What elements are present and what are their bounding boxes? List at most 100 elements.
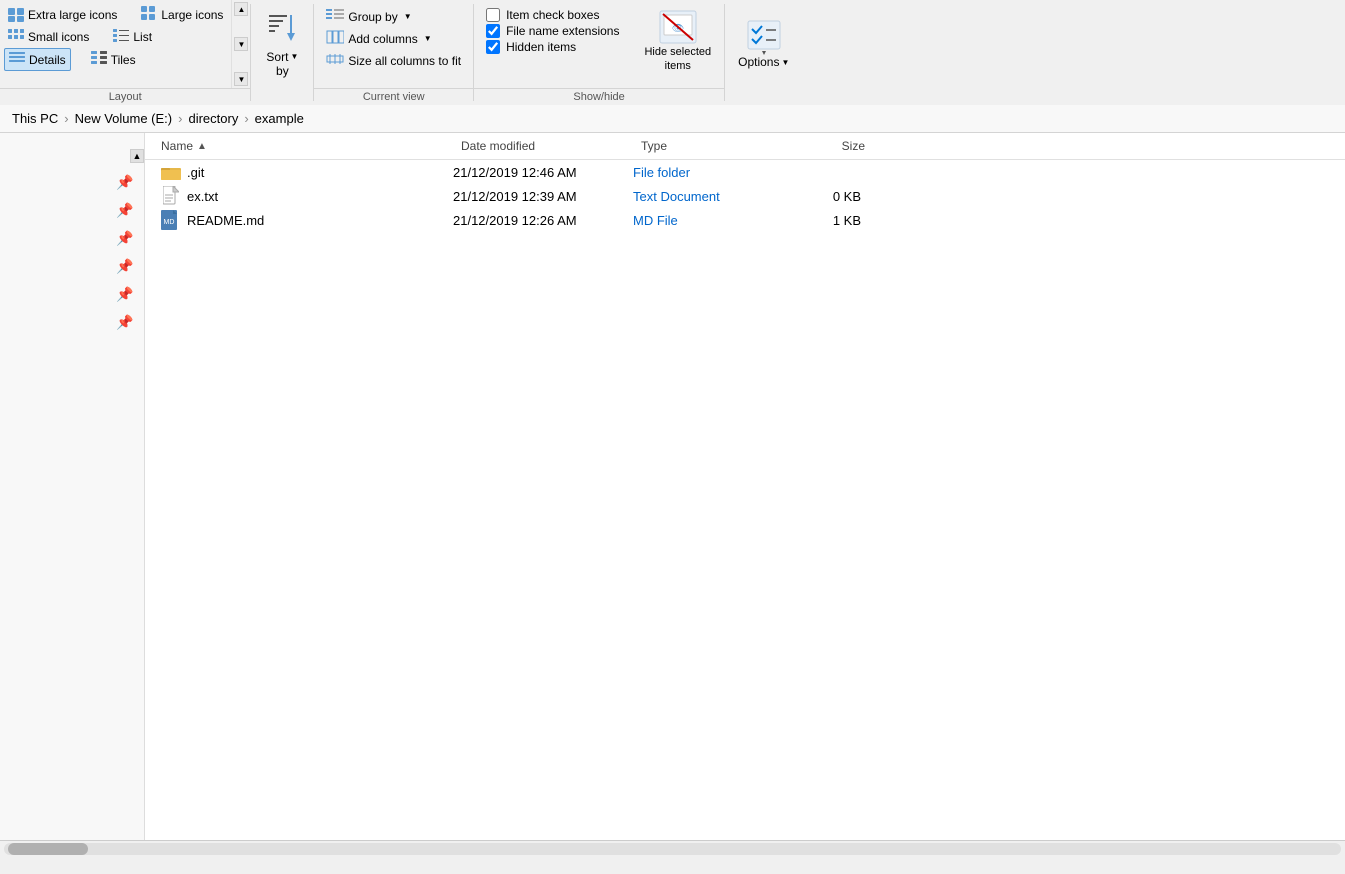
layout-scroll-more[interactable]: ▼: [234, 72, 248, 86]
file-type-txt: Text Document: [633, 189, 773, 204]
group-by-label: Group by: [348, 10, 397, 24]
add-columns-button[interactable]: Add columns ▼: [320, 28, 467, 49]
current-view-label: Current view: [314, 88, 473, 105]
file-type-md: MD File: [633, 213, 773, 228]
header-date[interactable]: Date modified: [453, 135, 633, 157]
pin-item-4[interactable]: 📌: [114, 255, 136, 277]
file-type-git: File folder: [633, 165, 773, 180]
extra-large-label: Extra large icons: [28, 8, 117, 22]
layout-list[interactable]: List: [109, 26, 156, 47]
large-icon: [141, 6, 157, 23]
breadcrumb-part-1[interactable]: New Volume (E:): [75, 111, 173, 126]
file-row-git[interactable]: .git 21/12/2019 12:46 AM File folder: [145, 160, 1345, 184]
tiles-label: Tiles: [111, 53, 136, 67]
pin-item-6[interactable]: 📌: [114, 311, 136, 333]
file-name-txt: ex.txt: [187, 189, 453, 204]
svg-text:MD: MD: [164, 219, 175, 226]
layout-scroll-up[interactable]: ▲: [234, 2, 248, 16]
file-name-extensions-checkbox[interactable]: [486, 24, 500, 38]
file-date-md: 21/12/2019 12:26 AM: [453, 213, 633, 228]
hidden-items-label: Hidden items: [506, 40, 576, 54]
file-size-md: 1 KB: [773, 213, 873, 228]
add-columns-icon: [326, 30, 344, 47]
sort-up-arrow: ▲: [197, 141, 207, 152]
show-hide-label: Show/hide: [474, 88, 724, 105]
file-size-txt: 0 KB: [773, 189, 873, 204]
breadcrumb-part-2[interactable]: directory: [188, 111, 238, 126]
options-icon: [746, 19, 782, 55]
sort-section: Sort ▼ by x: [251, 0, 313, 105]
header-name[interactable]: Name ▲: [153, 135, 453, 157]
scroll-up-arrow[interactable]: ▲: [130, 149, 144, 163]
header-size[interactable]: Size: [773, 135, 873, 157]
options-button[interactable]: Options ▼: [725, 14, 802, 74]
size-all-columns-label: Size all columns to fit: [348, 54, 461, 68]
file-date-txt: 21/12/2019 12:39 AM: [453, 189, 633, 204]
file-date-git: 21/12/2019 12:46 AM: [453, 165, 633, 180]
details-label: Details: [29, 53, 66, 67]
small-label: Small icons: [28, 30, 89, 44]
extra-large-icon: [8, 8, 24, 22]
txt-file-icon: [161, 186, 181, 206]
list-label: List: [133, 30, 152, 44]
item-check-boxes-label: Item check boxes: [506, 8, 599, 22]
hide-selected-button[interactable]: 👁 Hide selected items: [635, 4, 720, 79]
layout-tiles[interactable]: Tiles: [87, 48, 140, 71]
layout-details[interactable]: Details: [4, 48, 71, 71]
breadcrumb-sep-1: ›: [178, 111, 182, 126]
item-check-boxes-checkbox[interactable]: [486, 8, 500, 22]
layout-small[interactable]: Small icons: [4, 26, 93, 47]
show-hide-section: Item check boxes File name extensions Hi…: [474, 0, 724, 105]
layout-label: Layout: [0, 88, 250, 105]
header-date-label: Date modified: [461, 139, 535, 153]
large-label: Large icons: [161, 8, 223, 22]
breadcrumb: This PC › New Volume (E:) › directory › …: [0, 105, 1345, 133]
list-icon: [113, 28, 129, 45]
header-name-label: Name: [161, 139, 193, 153]
file-area: Name ▲ Date modified Type Size: [145, 133, 1345, 840]
sort-button[interactable]: Sort ▼ by: [251, 4, 313, 85]
header-size-label: Size: [842, 139, 865, 153]
hidden-items-row: Hidden items: [486, 40, 619, 54]
item-check-boxes-row: Item check boxes: [486, 8, 619, 22]
show-hide-checkboxes: Item check boxes File name extensions Hi…: [478, 4, 627, 58]
sort-icon: [267, 11, 297, 50]
hide-selected-label: Hide selected items: [644, 45, 711, 74]
size-all-columns-icon: [326, 52, 344, 69]
pin-item-2[interactable]: 📌: [114, 199, 136, 221]
add-columns-label: Add columns: [348, 32, 417, 46]
ribbon: Extra large icons Large icons: [0, 0, 1345, 105]
file-name-extensions-row: File name extensions: [486, 24, 619, 38]
current-view-section: Group by ▼ Add columns ▼: [314, 0, 473, 105]
layout-large[interactable]: Large icons: [137, 4, 227, 25]
breadcrumb-sep-2: ›: [244, 111, 248, 126]
git-icon: [161, 162, 181, 182]
file-row-md[interactable]: MD README.md 21/12/2019 12:26 AM MD File…: [145, 208, 1345, 232]
options-arrow: ▼: [781, 58, 789, 67]
layout-section: Extra large icons Large icons: [0, 0, 250, 105]
pin-item-5[interactable]: 📌: [114, 283, 136, 305]
sort-dropdown-arrow: ▼: [290, 52, 298, 61]
tiles-icon: [91, 51, 107, 68]
layout-scroll-down[interactable]: ▼: [234, 37, 248, 51]
breadcrumb-part-3[interactable]: example: [255, 111, 304, 126]
breadcrumb-part-0[interactable]: This PC: [12, 111, 58, 126]
group-by-button[interactable]: Group by ▼: [320, 6, 467, 27]
hide-selected-icon: 👁: [658, 9, 698, 45]
small-icon: [8, 28, 24, 45]
group-by-icon: [326, 8, 344, 25]
horizontal-scrollbar[interactable]: [4, 843, 1341, 855]
layout-extra-large[interactable]: Extra large icons: [4, 4, 121, 25]
header-type[interactable]: Type: [633, 135, 773, 157]
size-all-columns-button[interactable]: Size all columns to fit: [320, 50, 467, 71]
sort-by-text: by: [276, 64, 289, 78]
group-by-arrow: ▼: [404, 12, 412, 21]
file-row-txt[interactable]: ex.txt 21/12/2019 12:39 AM Text Document…: [145, 184, 1345, 208]
breadcrumb-sep-0: ›: [64, 111, 68, 126]
options-label: Options: [738, 55, 779, 69]
pin-item-3[interactable]: 📌: [114, 227, 136, 249]
details-icon: [9, 51, 25, 68]
pin-item-1[interactable]: 📌: [114, 171, 136, 193]
md-file-icon: MD: [161, 210, 181, 230]
hidden-items-checkbox[interactable]: [486, 40, 500, 54]
